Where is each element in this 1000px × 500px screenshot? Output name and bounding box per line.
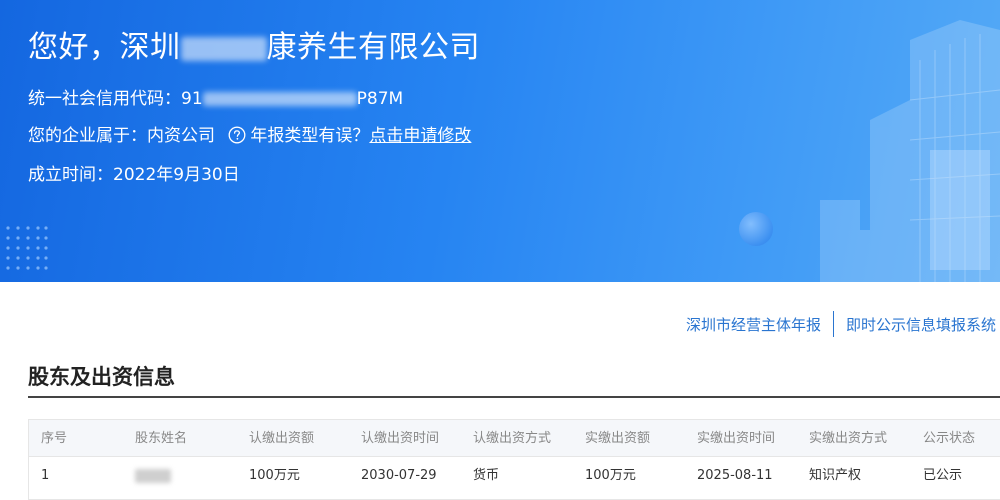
cell-paid-method: 知识产权 — [809, 468, 862, 483]
redacted-shareholder-name — [135, 468, 171, 483]
established-row: 成立时间：2022年9月30日 — [28, 160, 240, 185]
enterprise-type-value: 内资公司 — [147, 126, 215, 146]
credit-code-row: 统一社会信用代码：91 P87M — [28, 84, 403, 109]
enterprise-type-row: 您的企业属于：内资公司 年报类型有误？点击申请修改 — [28, 121, 471, 146]
question-circle-icon[interactable] — [228, 126, 246, 144]
credit-code-suffix: P87M — [356, 89, 404, 109]
established-label: 成立时间： — [28, 165, 113, 185]
cell-index: 1 — [41, 468, 50, 483]
header-shareholder-name: 股东姓名 — [135, 431, 188, 446]
header-subscribed-date: 认缴出资时间 — [361, 431, 440, 446]
credit-code-prefix: 91 — [181, 89, 203, 109]
decorative-bubble — [739, 212, 773, 246]
table-header: 序号 股东姓名 认缴出资额 认缴出资时间 认缴出资方式 实缴出资额 实缴出资时间… — [29, 420, 1000, 457]
company-banner: 您好，深圳 康养生有限公司 统一社会信用代码：91 P87M 您的企业属于：内资公司… — [0, 0, 1000, 282]
apply-modify-link[interactable]: 点击申请修改 — [369, 126, 471, 146]
shareholder-table: 序号 股东姓名 认缴出资额 认缴出资时间 认缴出资方式 实缴出资额 实缴出资时间… — [28, 419, 1000, 500]
header-status: 公示状态 — [923, 431, 976, 446]
instant-disclosure-link[interactable]: 即时公示信息填报系统 — [846, 314, 996, 335]
header-subscribed-method: 认缴出资方式 — [473, 431, 552, 446]
cell-paid-date: 2025-08-11 — [697, 468, 773, 483]
header-paid-date: 实缴出资时间 — [697, 431, 776, 446]
cell-paid-amount: 100万元 — [585, 468, 636, 483]
city-buildings-illustration — [820, 20, 1000, 282]
header-paid-amount: 实缴出资额 — [585, 431, 651, 446]
cell-subscribed-amount: 100万元 — [249, 468, 300, 483]
link-divider — [832, 311, 834, 337]
credit-code-label: 统一社会信用代码： — [28, 89, 181, 109]
quick-links: 深圳市经营主体年报 即时公示信息填报系统 — [686, 311, 996, 337]
enterprise-type-question: 年报类型有误？ — [250, 126, 370, 146]
header-paid-method: 实缴出资方式 — [809, 431, 888, 446]
table-row: 1 100万元 2030-07-29 货币 100万元 2025-08-11 知… — [29, 457, 1000, 497]
header-subscribed-amount: 认缴出资额 — [249, 431, 315, 446]
section-divider — [28, 396, 1000, 398]
dot-grid-decoration — [6, 226, 48, 270]
established-value: 2022年9月30日 — [113, 165, 240, 185]
redacted-company-name — [180, 36, 267, 61]
redacted-credit-code — [202, 92, 357, 106]
enterprise-type-label: 您的企业属于： — [28, 126, 147, 146]
section-title: 股东及出资信息 — [28, 365, 175, 389]
cell-subscribed-method: 货币 — [473, 468, 500, 483]
cell-status: 已公示 — [923, 468, 963, 483]
header-index: 序号 — [41, 431, 68, 446]
greeting-title: 您好，深圳 康养生有限公司 — [28, 30, 480, 65]
annual-report-link[interactable]: 深圳市经营主体年报 — [686, 314, 821, 335]
cell-shareholder-name — [121, 457, 235, 497]
cell-subscribed-date: 2030-07-29 — [361, 468, 437, 483]
